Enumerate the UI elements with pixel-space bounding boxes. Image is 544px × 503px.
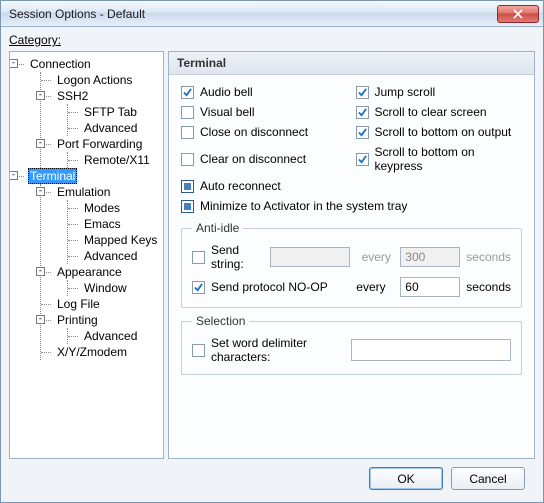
tree-emacs[interactable]: Emacs xyxy=(68,216,163,232)
chk-scroll-keypress[interactable]: Scroll to bottom on keypress xyxy=(356,145,523,173)
every-label: every xyxy=(362,250,395,264)
titlebar: Session Options - Default xyxy=(1,1,543,27)
anti-idle-legend: Anti-idle xyxy=(192,221,243,235)
seconds-label: seconds xyxy=(466,250,511,264)
cancel-button[interactable]: Cancel xyxy=(451,467,525,490)
tree-log-file[interactable]: Log File xyxy=(41,296,163,312)
seconds-label: seconds xyxy=(466,280,511,294)
checkbox-icon[interactable] xyxy=(181,106,194,119)
tree-appearance[interactable]: - Appearance Window xyxy=(41,264,163,296)
tree-printing[interactable]: - Printing Advanced xyxy=(41,312,163,344)
category-tree[interactable]: - Connection Logon Actions - SSH2 SFTP T… xyxy=(9,51,164,459)
selection-legend: Selection xyxy=(192,314,249,328)
noop-interval[interactable] xyxy=(400,277,460,297)
dialog-window: Session Options - Default Category: - Co… xyxy=(0,0,544,503)
collapse-icon[interactable]: - xyxy=(36,315,45,324)
word-delimiter-input[interactable] xyxy=(351,339,511,361)
tree-window[interactable]: Window xyxy=(68,280,163,296)
collapse-icon[interactable]: - xyxy=(36,91,45,100)
collapse-icon[interactable]: - xyxy=(9,59,18,68)
checkbox-icon[interactable] xyxy=(356,126,369,139)
send-string-input[interactable] xyxy=(270,247,350,267)
anti-idle-group: Anti-idle Send string: every seconds Sen… xyxy=(181,221,522,308)
checkbox-icon[interactable] xyxy=(192,344,205,357)
chk-visual-bell[interactable]: Visual bell xyxy=(181,105,348,119)
chk-word-delimiter[interactable]: Set word delimiter characters: xyxy=(192,336,345,364)
collapse-icon[interactable]: - xyxy=(9,171,18,180)
chk-close-disconnect[interactable]: Close on disconnect xyxy=(181,125,348,139)
checkbox-icon[interactable] xyxy=(192,251,205,264)
collapse-icon[interactable]: - xyxy=(36,187,45,196)
close-button[interactable] xyxy=(497,5,539,23)
tree-terminal[interactable]: - Terminal - Emulation Modes Emacs Mappe… xyxy=(14,168,163,360)
checkbox-icon[interactable] xyxy=(181,153,194,166)
chk-scroll-clear[interactable]: Scroll to clear screen xyxy=(356,105,523,119)
checkbox-icon[interactable] xyxy=(181,180,194,193)
chk-audio-bell[interactable]: Audio bell xyxy=(181,85,348,99)
checkbox-icon[interactable] xyxy=(356,106,369,119)
chk-jump-scroll[interactable]: Jump scroll xyxy=(356,85,523,99)
chk-send-noop[interactable]: Send protocol NO-OP xyxy=(192,280,328,294)
chk-send-string[interactable]: Send string: xyxy=(192,243,264,271)
tree-emulation-advanced[interactable]: Advanced xyxy=(68,248,163,264)
tree-logon-actions[interactable]: Logon Actions xyxy=(41,72,163,88)
tree-printing-advanced[interactable]: Advanced xyxy=(68,328,163,344)
ok-button[interactable]: OK xyxy=(369,467,443,490)
chk-clear-disconnect[interactable]: Clear on disconnect xyxy=(181,145,348,173)
every-label: every xyxy=(356,280,394,294)
chk-auto-reconnect[interactable]: Auto reconnect xyxy=(181,179,348,193)
checkbox-icon[interactable] xyxy=(192,281,205,294)
window-title: Session Options - Default xyxy=(9,7,497,21)
selection-group: Selection Set word delimiter characters: xyxy=(181,314,522,375)
tree-mapped-keys[interactable]: Mapped Keys xyxy=(68,232,163,248)
chk-scroll-output[interactable]: Scroll to bottom on output xyxy=(356,125,523,139)
tree-emulation[interactable]: - Emulation Modes Emacs Mapped Keys Adva… xyxy=(41,184,163,264)
close-icon xyxy=(513,9,523,19)
content-panel: Terminal Audio bell Jump scroll Visual b… xyxy=(168,51,535,459)
checkbox-icon[interactable] xyxy=(181,86,194,99)
tree-port-forwarding[interactable]: - Port Forwarding Remote/X11 xyxy=(41,136,163,168)
send-string-interval[interactable] xyxy=(400,247,460,267)
tree-modes[interactable]: Modes xyxy=(68,200,163,216)
dialog-footer: OK Cancel xyxy=(9,459,535,498)
chk-minimize-tray[interactable]: Minimize to Activator in the system tray xyxy=(181,199,522,213)
tree-xyzmodem[interactable]: X/Y/Zmodem xyxy=(41,344,163,360)
checkbox-icon[interactable] xyxy=(181,126,194,139)
collapse-icon[interactable]: - xyxy=(36,139,45,148)
checkbox-icon[interactable] xyxy=(181,200,194,213)
checkbox-icon[interactable] xyxy=(356,153,369,166)
tree-remote-x11[interactable]: Remote/X11 xyxy=(68,152,163,168)
collapse-icon[interactable]: - xyxy=(36,267,45,276)
tree-sftp-tab[interactable]: SFTP Tab xyxy=(68,104,163,120)
category-label: Category: xyxy=(9,33,535,47)
panel-header: Terminal xyxy=(169,52,534,75)
tree-connection[interactable]: - Connection Logon Actions - SSH2 SFTP T… xyxy=(14,56,163,168)
tree-ssh2[interactable]: - SSH2 SFTP Tab Advanced xyxy=(41,88,163,136)
checkbox-icon[interactable] xyxy=(356,86,369,99)
tree-ssh2-advanced[interactable]: Advanced xyxy=(68,120,163,136)
